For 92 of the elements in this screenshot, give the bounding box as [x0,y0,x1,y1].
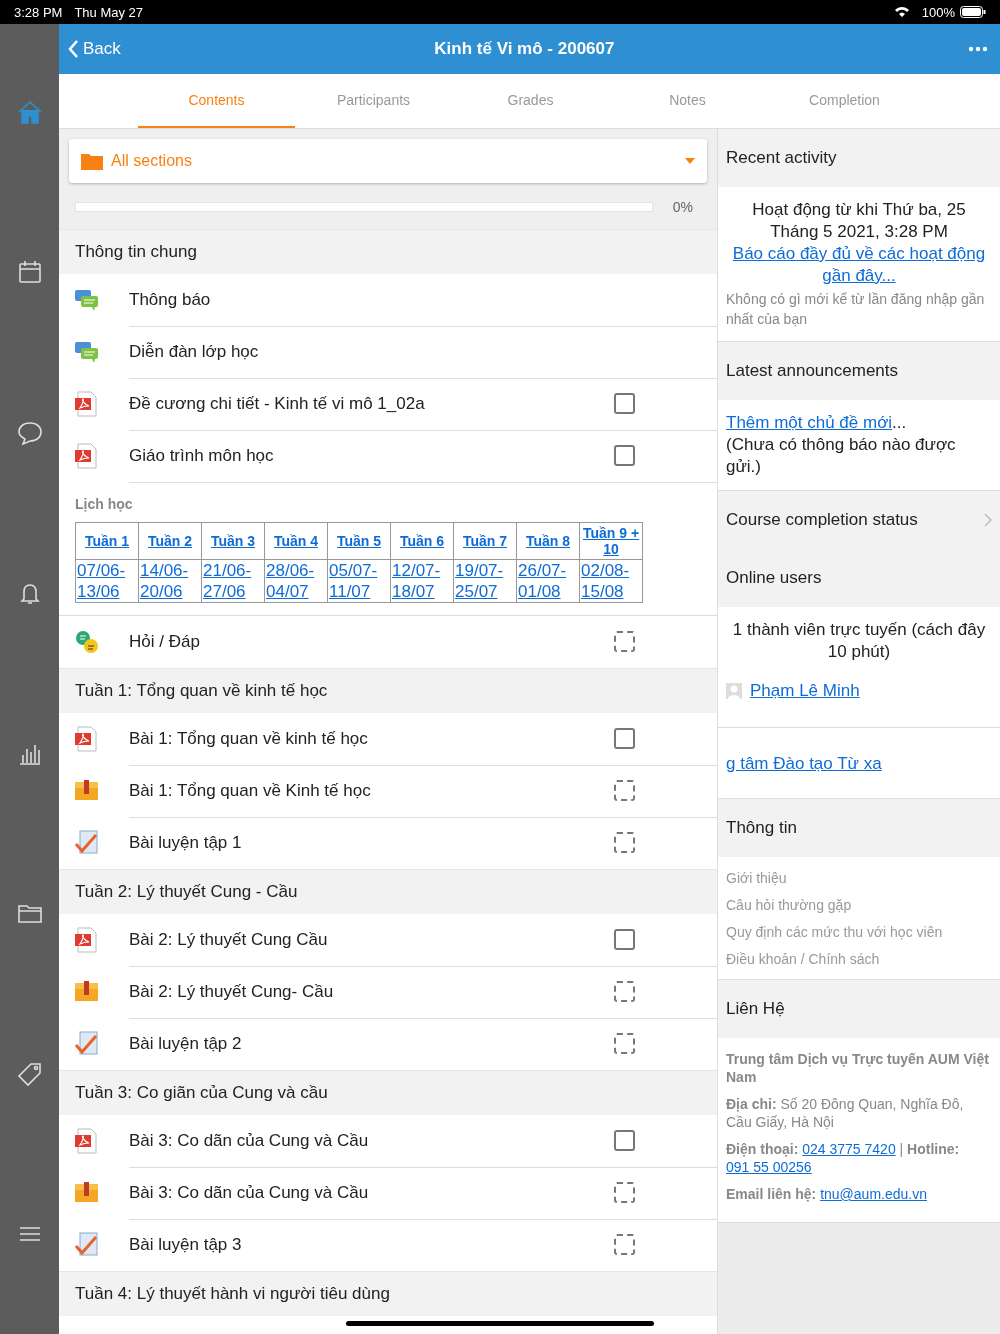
recent-activity-link[interactable]: Báo cáo đầy đủ về các hoạt động gần đây... [728,243,990,287]
block-title: Latest announcements [726,361,899,381]
block-title: Liên Hệ [726,999,786,1019]
block-title: Recent activity [726,148,838,168]
activity-name[interactable]: Bài luyện tập 1 [129,832,614,853]
section-dropdown[interactable]: All sections [69,139,707,183]
checkmark-paper-icon [74,1232,100,1258]
tab[interactable]: Completion [766,74,923,128]
completion-checkbox[interactable] [614,1130,635,1151]
activity-name[interactable]: Bài 1: Tổng quan về kinh tế học [129,728,614,749]
completion-checkbox[interactable] [614,445,635,466]
info-link[interactable]: Giới thiệu [726,865,992,892]
progress-percent: 0% [672,199,693,215]
activity-name[interactable]: Bài luyện tập 2 [129,1033,614,1054]
date-range-link[interactable]: 02/08-15/08 [581,560,641,602]
speech-bubbles-icon [74,339,100,365]
speech-bubbles-icon [74,287,100,313]
status-time: 3:28 PM [14,4,63,20]
email-link[interactable]: tnu@aum.edu.vn [820,1186,927,1202]
chevron-right-icon [984,513,992,527]
activity-name[interactable]: Đề cương chi tiết - Kinh tế vi mô 1_02a [129,393,614,414]
section-heading[interactable]: Tuần 1: Tổng quan về kinh tế học [59,668,717,713]
date-range-link[interactable]: 12/07-18/07 [392,560,452,602]
battery-percent: 100% [921,4,955,20]
pdf-file-icon [74,391,100,417]
date-range-link[interactable]: 07/06-13/06 [77,560,137,602]
date-range-link[interactable]: 05/07-11/07 [329,560,389,602]
organization-name: Trung tâm Dịch vụ Trực tuyến AUM Việt Nam [726,1050,990,1086]
block-title: Thông tin [726,818,798,838]
email-label: Email liên hệ: [726,1186,817,1202]
folder-icon [81,152,103,170]
completion-checkbox[interactable] [614,393,635,414]
activity-name[interactable]: Bài 1: Tổng quan về Kinh tế học [129,780,614,801]
date-range-link[interactable]: 28/06-04/07 [266,560,326,602]
back-button[interactable]: Back [67,39,121,59]
question-answer-icon [74,629,100,655]
activity-name[interactable]: Hỏi / Đáp [129,631,614,652]
checkmark-paper-icon [74,830,100,856]
activity-name[interactable]: Thông báo [129,289,717,310]
add-topic-link[interactable]: Thêm một chủ đề mới [726,413,893,432]
hotline-label: Hotline: [907,1141,960,1157]
tab[interactable]: Participants [295,74,452,128]
no-activity-note: Không có gì mới kể từ lần đăng nhập gần nhất của bạn [726,290,986,329]
activity-name[interactable]: Giáo trình môn học [129,445,614,466]
activity-name[interactable]: Diễn đàn lớp học [129,341,717,362]
activity-name[interactable]: Bài 3: Co dãn của Cung và Cầu [129,1182,614,1203]
activity-name[interactable]: Bài 2: Lý thuyết Cung- Cầu [129,981,614,1002]
section-heading[interactable]: Thông tin chung [59,229,717,274]
completion-status-row[interactable]: Course completion status [718,491,1000,549]
info-link[interactable]: Quy định các mức thu với học viên [726,919,992,946]
address-text: Địa chỉ: Số 20 Đông Quan, Nghĩa Đô, Cầu Giấy, Hà Nội [726,1095,965,1131]
checkmark-paper-icon [74,1031,100,1057]
hotline-link[interactable]: 091 55 00256 [726,1159,812,1175]
pdf-file-icon [74,927,100,953]
activity-name[interactable]: Bài 3: Co dãn của Cung và Cầu [129,1130,614,1151]
phone-label: Điện thoại: [726,1141,799,1157]
completion-checkbox[interactable] [614,728,635,749]
block-title: Online users [726,568,823,588]
status-date: Thu May 27 [74,4,144,20]
pdf-file-icon [74,726,100,752]
date-range-link[interactable]: 14/06-20/06 [140,560,200,602]
pdf-file-icon [74,1128,100,1154]
separator-text: | [899,1141,904,1157]
phone-link[interactable]: 024 3775 7420 [802,1141,896,1157]
section-heading[interactable]: Tuần 2: Lý thuyết Cung - Cầu [59,869,717,914]
info-link[interactable]: Câu hỏi thường gặp [726,892,992,919]
chevron-left-icon [67,39,79,59]
completion-checkbox[interactable] [614,929,635,950]
more-options-icon[interactable] [968,46,988,52]
date-range-link[interactable]: 19/07-25/07 [455,560,515,602]
activity-since-text: Hoạt động từ khi Thứ ba, 25 Tháng 5 2021, 3:28 PM [751,199,967,243]
center-link[interactable]: g tâm Đào tạo Từ xa [726,754,882,773]
battery-icon [960,6,986,18]
activity-name[interactable]: Bài luyện tập 3 [129,1234,614,1255]
user-link[interactable]: Phạm Lê Minh [750,681,860,701]
avatar-icon [726,683,742,699]
section-heading[interactable]: Tuần 4: Lý thuyết hành vi người tiêu dùng [59,1271,717,1316]
activity-name[interactable]: Bài 2: Lý thuyết Cung Cầu [129,929,614,950]
dropdown-caret-icon [685,158,695,164]
ellipsis-text: ... [892,413,907,432]
pdf-file-icon [74,443,100,469]
tab[interactable]: Grades [452,74,609,128]
tab[interactable]: Notes [609,74,766,128]
course-title: Kinh tế Vi mô - 200607 [433,39,616,59]
date-range-link[interactable]: 21/06-27/06 [203,560,263,602]
date-range-link[interactable]: 26/07-01/08 [518,560,578,602]
section-heading[interactable]: Tuần 3: Co giãn của Cung và cầu [59,1070,717,1115]
online-summary: 1 thành viên trực tuyến (cách đây 10 phút) [731,619,987,663]
wifi-icon [893,6,910,18]
info-link[interactable]: Điều khoản / Chính sách [726,946,992,973]
no-announcements-note: (Chưa có thông báo nào được gửi.) [726,434,957,478]
schedule-label: Lịch học [75,496,134,512]
